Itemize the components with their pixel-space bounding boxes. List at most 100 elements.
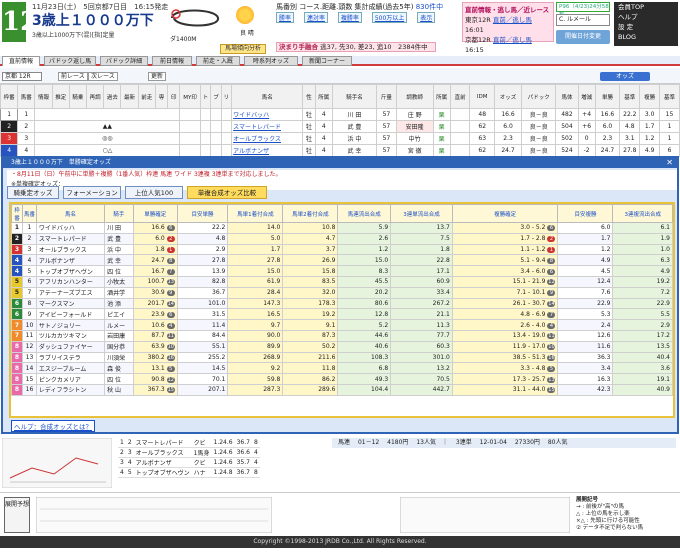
grid-row[interactable]: 4 5 トップオブザヘヴン四 位 16.7 7 13.9 15.0 15.8 8.3 17.1 3… <box>11 265 673 277</box>
horse-name-link[interactable]: ワイドバッハ <box>231 108 304 121</box>
horse-name: マークスマン <box>35 297 106 310</box>
est-win-odds: 11.4 <box>176 319 229 331</box>
composite-odds-help-link[interactable]: ヘルプ：合成オッズとは？ <box>11 420 95 432</box>
grid-row[interactable]: 8 13 ラブリイステラ 川須栄 380.2 16 255.2 268.9 211.6 108.… <box>11 351 673 364</box>
next-race-button[interactable]: 次レース <box>88 72 118 81</box>
rank-badge: 8 <box>166 257 175 264</box>
win-rate-button[interactable]: 勝率 <box>276 12 295 23</box>
horse-name-link[interactable]: オールブラックス <box>231 132 304 145</box>
tab-newspaper[interactable]: 新聞コーナー <box>302 56 352 66</box>
est-win-odds: 31.5 <box>176 308 229 321</box>
est-place-odds: 22.9 <box>557 297 614 310</box>
tab-paddock-detail[interactable]: パドック詳細 <box>100 56 148 66</box>
result-cell: ハナ <box>191 467 212 478</box>
track-analysis-button[interactable]: 馬場傾向分析 <box>220 44 266 54</box>
tab-confirmed-odds[interactable]: 騎乗定オッズ <box>7 186 59 199</box>
win-odds: 1.8 1 <box>132 243 178 256</box>
waku-number: 5 <box>11 286 23 299</box>
venue-select[interactable]: 京都 12R <box>2 72 42 81</box>
est-win-odds: 84.4 <box>176 329 229 342</box>
settings-link[interactable]: 設 定 <box>614 22 678 32</box>
blog-link[interactable]: BLOG <box>614 32 678 42</box>
stats-count-link[interactable]: 830件中 <box>416 3 443 11</box>
odds-button[interactable]: オッズ <box>600 72 650 81</box>
trifecta-odds: 7.5 <box>390 232 453 245</box>
est-place-odds: 2.4 <box>557 319 614 331</box>
next-race-link[interactable]: 直前／逃し馬 <box>493 36 532 44</box>
tab-day-before[interactable]: 前日情報 <box>152 56 192 66</box>
waku-number: 8 <box>11 340 23 353</box>
jockey-name: 森 俊 <box>104 362 134 375</box>
exacta-1st-odds: 1.7 <box>227 243 284 256</box>
tab-formation[interactable]: フォーメーション <box>63 186 121 199</box>
grid-row[interactable]: 1 1 ワイドバッハ川 田 16.6 6 22.2 14.0 10.8 5.9 13.7 3.0 … <box>11 222 673 234</box>
rank-badge: 5 <box>166 365 175 372</box>
prev-race-button[interactable]: 前レース <box>58 72 88 81</box>
entry-row[interactable]: 1 1 ワイドバッハ 牡 4 川 田 57 庄 野 栗 48 16.6 良－良 … <box>0 108 680 121</box>
tab-previous-race[interactable]: 前走・入厩 <box>196 56 240 66</box>
grid-row[interactable]: 3 3 オールブラックス浜 中 1.8 1 2.9 1.7 3.7 1.2 1.8 1.1 - 1… <box>11 243 673 256</box>
tab-composite-odds[interactable]: 単複合成オッズ比較 <box>187 186 267 199</box>
tab-paddock-warmup[interactable]: パドック返し馬 <box>44 56 96 66</box>
result-cell: クビ <box>191 457 212 468</box>
entry-row[interactable]: 2 2 ▲▲ スマートレパード 牡 4 武 豊 57 安田隆 栗 62 6.0 … <box>0 120 680 133</box>
race-title: 3歳上１０００万下 <box>32 13 154 29</box>
result-cell: 2 <box>118 447 126 458</box>
grid-row[interactable]: 7 11 ツルカカツキマン 岩田康 87.7 11 84.4 90.0 87.3 44.6 77.… <box>11 329 673 342</box>
kimarite-label: 決まり手融合 <box>279 43 318 51</box>
quinella-odds: 8.3 <box>337 265 392 277</box>
grid-row[interactable]: 8 16 レディフラシトン秋 山 367.3 15 207.1 287.3 289.6 104… <box>11 383 673 396</box>
change-date-button[interactable]: 開催日付変更 <box>556 30 610 44</box>
top2-rate-button[interactable]: 連対率 <box>303 12 328 23</box>
entry-row[interactable]: 4 4 ○△ アルボナンザ 牡 4 武 幸 57 宮 徹 栗 62 24.7 良… <box>0 144 680 157</box>
place-odds: 11.9 - 17.0 10 <box>451 340 559 353</box>
place-odds: 38.5 - 51.3 16 <box>451 351 559 364</box>
exacta-1st-odds: 287.3 <box>227 383 284 396</box>
waku-number: 8 <box>11 383 23 396</box>
grid-row[interactable]: 8 12 ダッシュファイヤー 国分恭 63.9 10 55.1 89.9 50.2 40.6 60… <box>11 340 673 353</box>
rank-badge: 15 <box>547 387 556 394</box>
est-win-odds: 4.8 <box>176 232 229 245</box>
display-button[interactable]: 表示 <box>417 12 436 23</box>
grid-row[interactable]: 6 8 マークスマン池 添 201.7 14 101.0 147.3 178.3 80.6 26… <box>11 297 673 310</box>
trifecta-odds: 77.7 <box>390 329 453 342</box>
result-cell: 36.7 <box>234 438 252 448</box>
next-race-link[interactable]: 直前／逃し馬 <box>493 16 532 24</box>
exacta-1st-odds: 28.4 <box>227 286 284 299</box>
help-link[interactable]: ヘルプ <box>614 12 678 22</box>
trifecta-odds: 60.9 <box>390 275 453 288</box>
grid-row[interactable]: 8 14 エスジーブルーム森 俊 13.1 5 14.5 9.2 11.8 6.8 13.2 3.… <box>11 362 673 375</box>
grid-row[interactable]: 8 15 ピンクカメリア四 位 90.8 12 70.1 59.8 86.2 49.3 70.5… <box>11 373 673 385</box>
jockey-name: ルメー <box>104 319 134 331</box>
waku-number: 3 <box>11 243 23 256</box>
place-rate-button[interactable]: 複勝率 <box>337 12 362 23</box>
grid-row[interactable]: 7 10 サトノジョリー ルメー 10.6 4 11.4 9.7 9.1 5.2 11.3 2.6 … <box>11 319 673 331</box>
stats-title-text: 馬番別 コース.距離.頭数 集計成績(過去5年) <box>276 3 414 11</box>
entry-row[interactable]: 3 3 ◎◎ オールブラックス 牡 4 浜 中 57 中竹 栗 63 2.3 良… <box>0 132 680 145</box>
race-subbar: 京都 12R 前レース 次レース 更新 オッズ <box>0 68 680 84</box>
horse-name-link[interactable]: アルボナンザ <box>231 144 304 157</box>
member-top-link[interactable]: 会員TOP <box>614 2 678 12</box>
entry-header-row: 枠番 馬番 情報 推定 騎乗 再調 過去 最新 前走 専 印 MY印 ト ブ リ… <box>0 84 680 109</box>
horse-name: エスジーブルーム <box>35 362 106 375</box>
class-filter-button[interactable]: 500万以上 <box>371 12 408 23</box>
grid-row[interactable]: 5 7 アテーナーズブエス 酒井学 30.9 9 36.7 28.4 32.0 20.2 33.4… <box>11 286 673 299</box>
horse-name-link[interactable]: スマートレパード <box>231 120 304 133</box>
refresh-button[interactable]: 更新 <box>148 72 167 81</box>
grid-row[interactable]: 4 4 アルボナンザ武 幸 24.7 8 27.8 27.8 26.9 15.0 22.8 5.1… <box>11 254 673 267</box>
tab-odds-timeline[interactable]: 時系列オッズ <box>244 56 298 66</box>
result-row: 4 5 トップオブザヘヴン ハナ 1.24.8 36.7 8 <box>118 467 260 478</box>
grid-row[interactable]: 5 6 アフリカンハンター 小牧太 100.7 13 82.8 61.9 83.5 45.5 60… <box>11 275 673 288</box>
close-icon[interactable]: ✕ <box>666 158 673 168</box>
tab-top100[interactable]: 上位人気100 <box>125 186 183 199</box>
grid-row[interactable]: 6 9 アイビーフォールド ピエイ 23.9 6 31.5 16.5 19.2 12.8 21.1… <box>11 308 673 321</box>
result-cell: 1.24.6 <box>211 447 235 458</box>
legend-box: 展開記号 → : 前後が"高"の馬 △ : 上位の馬を示し楽 ×△ : 先頭に行… <box>576 497 644 531</box>
jockey-select[interactable]: C. ルメール <box>556 14 610 26</box>
horse-name: ワイドバッハ <box>35 222 106 234</box>
tab-pre-race[interactable]: 直前情報 <box>2 56 40 66</box>
horse-number: 12 <box>22 340 37 353</box>
horse-name: オールブラックス <box>35 243 106 256</box>
quinella-odds: 6.8 <box>337 362 392 375</box>
grid-row[interactable]: 2 2 スマートレパード武 豊 6.0 2 4.8 5.0 4.7 2.6 7.5 1.7 - 2… <box>11 232 673 245</box>
